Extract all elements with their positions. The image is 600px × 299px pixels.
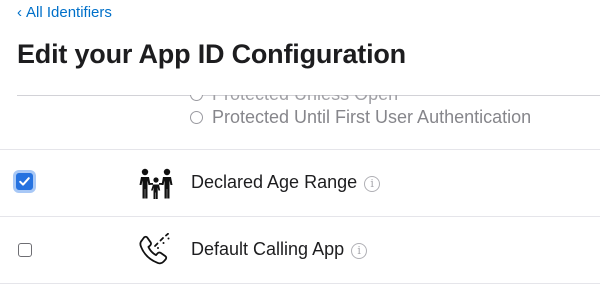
chevron-left-icon: ‹ <box>17 4 22 21</box>
breadcrumb-back-link[interactable]: ‹ All Identifiers <box>17 4 112 21</box>
radio-option-protected-until-first-auth[interactable]: Protected Until First User Authenticatio… <box>190 107 531 128</box>
capability-name: Declared Age Range <box>191 172 358 192</box>
capability-label: Declared Age Range i <box>191 172 381 193</box>
radio-label: Protected Until First User Authenticatio… <box>212 107 532 127</box>
info-icon[interactable]: i <box>351 243 368 259</box>
capability-name: Default Calling App <box>191 239 345 259</box>
radio-button[interactable] <box>190 111 203 124</box>
capability-checkbox-default-calling-app[interactable] <box>18 243 32 257</box>
app-id-configuration-page: ‹ All Identifiers Edit your App ID Config… <box>0 0 600 299</box>
info-icon[interactable]: i <box>364 176 381 192</box>
radio-option-protected-unless-open[interactable]: Protected Unless Open <box>190 95 398 105</box>
capability-checkbox-declared-age-range[interactable] <box>16 173 33 190</box>
capability-row-default-calling-app: Default Calling App i <box>0 217 600 283</box>
capability-row-declared-age-range: Declared Age Range i <box>0 150 600 216</box>
radio-label: Protected Unless Open <box>212 95 398 105</box>
family-icon <box>138 166 174 200</box>
phone-calling-icon <box>138 232 174 267</box>
radio-button[interactable] <box>190 95 203 101</box>
checkmark-icon <box>19 177 30 186</box>
capabilities-list[interactable]: Protected Unless Open Protected Until Fi… <box>0 95 600 299</box>
row-divider <box>0 283 600 284</box>
capability-label: Default Calling App i <box>191 239 368 260</box>
breadcrumb-label: All Identifiers <box>26 4 112 21</box>
page-title: Edit your App ID Configuration <box>17 39 406 69</box>
